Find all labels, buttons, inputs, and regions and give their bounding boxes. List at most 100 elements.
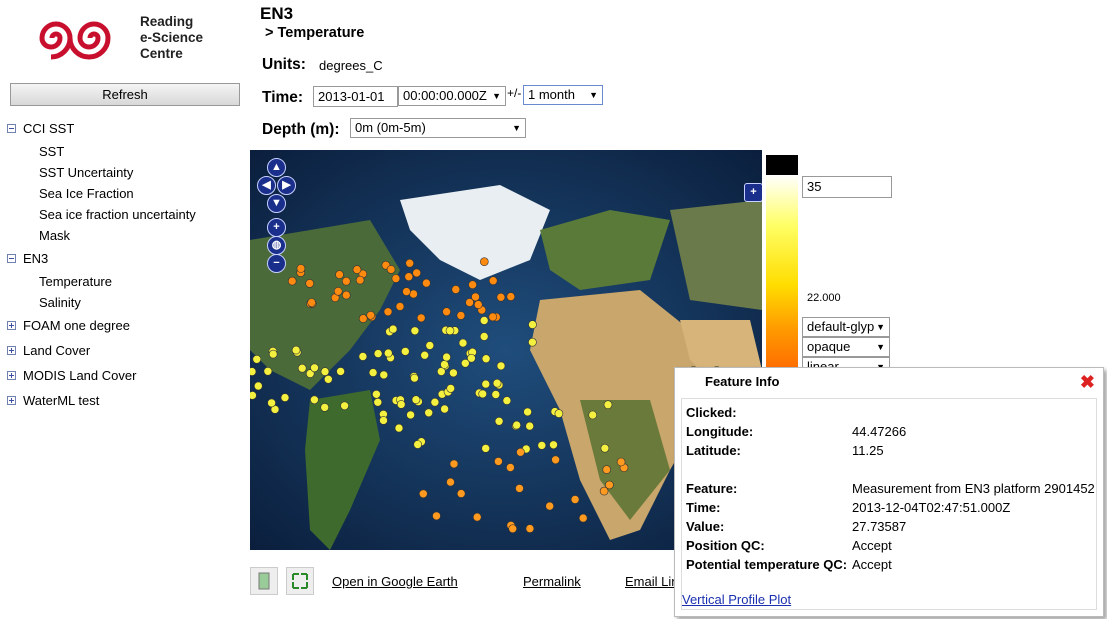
observation-marker[interactable]: [430, 397, 440, 407]
observation-marker[interactable]: [280, 393, 290, 402]
observation-marker[interactable]: [335, 270, 344, 279]
fullscreen-icon[interactable]: [286, 567, 314, 595]
observation-marker[interactable]: [320, 403, 329, 412]
pan-right-button[interactable]: ▶: [277, 176, 296, 195]
observation-marker[interactable]: [410, 326, 420, 336]
observation-marker[interactable]: [600, 443, 610, 453]
observation-marker[interactable]: [516, 447, 525, 457]
observation-marker[interactable]: [515, 484, 524, 493]
observation-marker[interactable]: [342, 276, 351, 286]
observation-marker[interactable]: [320, 367, 330, 376]
observation-marker[interactable]: [440, 360, 449, 369]
pan-down-button[interactable]: ▼: [267, 194, 286, 213]
observation-marker[interactable]: [388, 324, 398, 334]
tree-item-sst-uncertainty[interactable]: SST Uncertainty: [39, 165, 133, 180]
observation-marker[interactable]: [467, 353, 476, 363]
observation-marker[interactable]: [506, 463, 515, 472]
observation-marker[interactable]: [456, 311, 466, 320]
observation-marker[interactable]: [254, 381, 263, 391]
observation-marker[interactable]: [291, 345, 301, 355]
tree-group-waterml[interactable]: WaterML test: [23, 393, 99, 408]
observation-marker[interactable]: [297, 363, 307, 373]
tree-item-temperature[interactable]: Temperature: [39, 274, 112, 289]
observation-marker[interactable]: [537, 441, 547, 450]
observation-marker[interactable]: [310, 395, 319, 405]
observation-marker[interactable]: [383, 307, 393, 317]
observation-marker[interactable]: [588, 410, 598, 420]
pan-up-button[interactable]: ▲: [267, 158, 286, 177]
observation-marker[interactable]: [395, 302, 405, 311]
observation-marker[interactable]: [396, 400, 406, 409]
observation-marker[interactable]: [449, 459, 459, 469]
observation-marker[interactable]: [401, 347, 410, 356]
observation-marker[interactable]: [472, 512, 482, 522]
observation-marker[interactable]: [366, 311, 375, 320]
observation-marker[interactable]: [310, 363, 319, 373]
observation-marker[interactable]: [570, 495, 580, 504]
observation-marker[interactable]: [549, 440, 558, 450]
observation-marker[interactable]: [491, 390, 501, 399]
tree-item-sea-ice-fraction[interactable]: Sea Ice Fraction: [39, 186, 134, 201]
observation-marker[interactable]: [379, 416, 388, 425]
observation-marker[interactable]: [480, 257, 489, 266]
observation-marker[interactable]: [479, 332, 489, 341]
collapse-icon[interactable]: [7, 254, 16, 263]
expand-icon[interactable]: [7, 396, 16, 405]
expand-icon[interactable]: [7, 346, 16, 355]
observation-marker[interactable]: [523, 407, 532, 417]
observation-marker[interactable]: [446, 384, 455, 393]
email-link[interactable]: Email Lin: [625, 574, 678, 589]
observation-marker[interactable]: [406, 410, 415, 420]
observation-marker[interactable]: [368, 368, 378, 377]
globe-icon[interactable]: ◍: [267, 236, 286, 255]
observation-marker[interactable]: [287, 276, 297, 286]
observation-marker[interactable]: [578, 513, 588, 523]
observation-marker[interactable]: [440, 404, 449, 414]
observation-marker[interactable]: [410, 373, 419, 383]
observation-marker[interactable]: [422, 278, 431, 288]
observation-marker[interactable]: [481, 354, 491, 363]
observation-marker[interactable]: [379, 370, 389, 380]
collapse-icon[interactable]: [7, 124, 16, 133]
observation-marker[interactable]: [496, 361, 506, 371]
observation-marker[interactable]: [252, 355, 262, 364]
export-image-button[interactable]: [250, 567, 278, 595]
observation-marker[interactable]: [342, 290, 351, 300]
observation-marker[interactable]: [413, 440, 422, 449]
observation-marker[interactable]: [494, 416, 504, 426]
observation-marker[interactable]: [479, 316, 489, 325]
observation-marker[interactable]: [442, 307, 451, 316]
observation-marker[interactable]: [250, 367, 257, 376]
observation-marker[interactable]: [296, 264, 306, 273]
observation-marker[interactable]: [263, 367, 273, 376]
tree-group-land-cover[interactable]: Land Cover: [23, 343, 90, 358]
observation-marker[interactable]: [502, 396, 512, 405]
layer-switcher-button[interactable]: +: [744, 183, 762, 202]
observation-marker[interactable]: [508, 524, 518, 534]
observation-marker[interactable]: [352, 265, 362, 274]
tree-item-sst[interactable]: SST: [39, 144, 64, 159]
observation-marker[interactable]: [373, 398, 383, 407]
observation-marker[interactable]: [416, 313, 426, 323]
observation-marker[interactable]: [386, 265, 396, 274]
observation-marker[interactable]: [412, 268, 421, 278]
observation-marker[interactable]: [324, 375, 333, 384]
observation-marker[interactable]: [602, 465, 612, 474]
observation-marker[interactable]: [336, 367, 345, 376]
observation-marker[interactable]: [425, 341, 435, 350]
observation-marker[interactable]: [391, 274, 401, 283]
observation-marker[interactable]: [307, 298, 316, 307]
observation-marker[interactable]: [525, 421, 535, 431]
observation-marker[interactable]: [404, 272, 414, 281]
vertical-profile-plot-link[interactable]: Vertical Profile Plot: [682, 592, 791, 607]
tree-group-foam[interactable]: FOAM one degree: [23, 318, 130, 333]
observation-marker[interactable]: [355, 275, 365, 285]
observation-marker[interactable]: [394, 423, 404, 433]
observation-marker[interactable]: [384, 348, 393, 358]
observation-marker[interactable]: [442, 352, 451, 362]
observation-marker[interactable]: [424, 408, 433, 418]
observation-marker[interactable]: [358, 314, 368, 323]
observation-marker[interactable]: [267, 398, 276, 408]
observation-marker[interactable]: [451, 285, 461, 294]
observation-marker[interactable]: [494, 457, 503, 466]
